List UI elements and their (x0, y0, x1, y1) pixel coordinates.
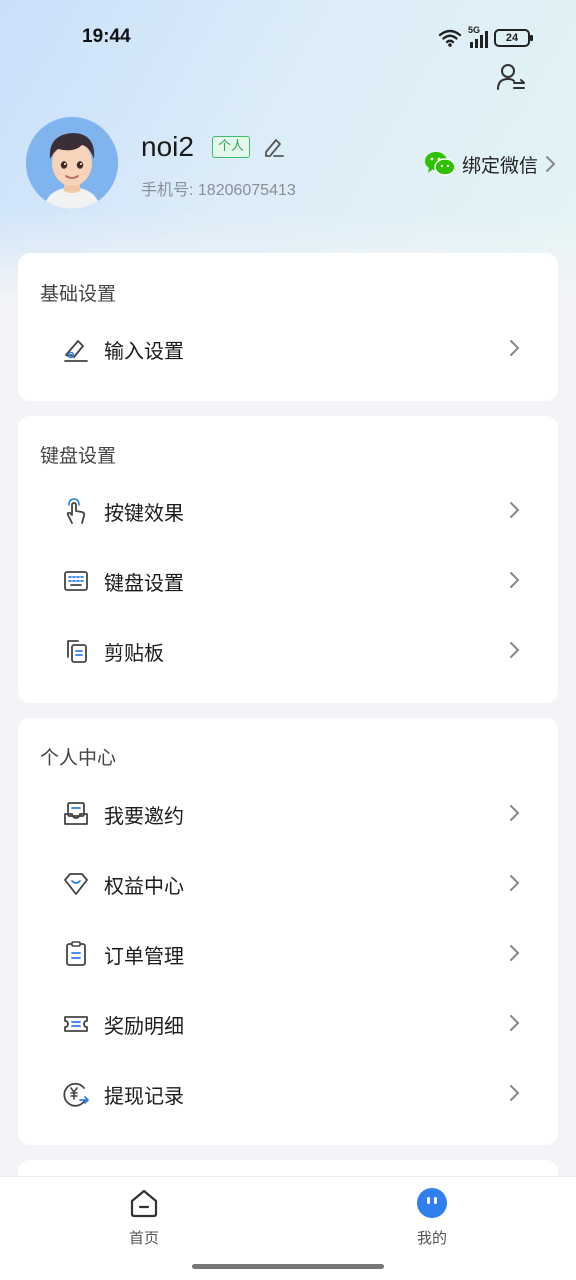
nav-home[interactable]: 首页 (104, 1187, 184, 1248)
menu-item-rewards[interactable]: 奖励明细 (18, 988, 558, 1058)
battery-level: 24 (505, 32, 519, 44)
menu-item-withdraw-records[interactable]: 提现记录 (18, 1058, 558, 1128)
menu-item-orders[interactable]: 订单管理 (18, 918, 558, 988)
username: noi2 (141, 131, 194, 162)
account-type-badge: 个人 (212, 136, 251, 158)
invite-inbox-icon (64, 802, 88, 825)
nav-profile[interactable]: 我的 (392, 1187, 472, 1248)
battery-icon: 24 (494, 29, 533, 47)
phone-number: 手机号: 18206075413 (141, 182, 296, 199)
menu-item-label: 输入设置 (104, 339, 184, 363)
menu-item-label: 提现记录 (104, 1084, 184, 1108)
avatar[interactable] (26, 117, 118, 209)
avatar-illustration (26, 117, 118, 209)
menu-item-clipboard[interactable]: 剪贴板 (18, 615, 558, 685)
edit-name-icon[interactable] (261, 135, 285, 159)
menu-item-label: 订单管理 (104, 944, 184, 968)
menu-item-label: 权益中心 (104, 874, 184, 898)
signal-icon: 5G (468, 25, 488, 48)
yuan-withdraw-icon (63, 1082, 89, 1107)
keyboard-settings-card: 键盘设置 按键效果 键盘设置 剪贴板 (18, 416, 558, 703)
switch-account-icon[interactable] (496, 62, 526, 92)
clipboard-copy-icon (67, 640, 87, 663)
chevron-right-icon (510, 805, 520, 821)
chevron-right-icon (510, 502, 520, 518)
tap-hand-icon (66, 498, 86, 524)
order-clipboard-icon (66, 941, 86, 966)
menu-item-label: 奖励明细 (104, 1014, 184, 1038)
home-icon (130, 1189, 158, 1218)
status-time: 19:44 (82, 26, 131, 47)
menu-item-key-effect[interactable]: 按键效果 (18, 475, 558, 545)
personal-center-card: 个人中心 我要邀约 权益中心 订单管理 奖励明细 提现记录 (18, 718, 558, 1145)
nav-home-label: 首页 (128, 1229, 159, 1247)
chevron-right-icon (510, 642, 520, 658)
menu-item-label: 剪贴板 (104, 641, 164, 665)
menu-item-invite[interactable]: 我要邀约 (18, 778, 558, 848)
bind-wechat-button[interactable]: 绑定微信 (424, 147, 556, 181)
chevron-right-icon (510, 875, 520, 891)
section-title: 个人中心 (40, 747, 117, 769)
chevron-right-icon (510, 1015, 520, 1031)
chevron-right-icon (510, 945, 520, 961)
basic-settings-card: 基础设置 输入设置 (18, 253, 558, 401)
keyboard-icon (64, 571, 88, 591)
menu-item-keyboard-settings[interactable]: 键盘设置 (18, 545, 558, 615)
chevron-right-icon (510, 1085, 520, 1101)
network-type-label: 5G (468, 25, 481, 35)
profile-header: noi2 个人 手机号: 18206075413 绑定微信 (26, 117, 556, 211)
menu-item-label: 按键效果 (104, 501, 184, 525)
ticket-icon (64, 1016, 88, 1032)
status-bar: 19:44 5G 24 (0, 24, 576, 54)
menu-item-label: 键盘设置 (104, 571, 184, 595)
chevron-right-icon (546, 156, 556, 172)
section-title: 基础设置 (40, 283, 117, 305)
chevron-right-icon (510, 340, 520, 356)
nav-profile-label: 我的 (416, 1229, 447, 1247)
menu-item-input-settings[interactable]: 输入设置 (18, 313, 558, 383)
wechat-icon (424, 152, 456, 176)
status-icons: 5G 24 (438, 25, 533, 48)
pen-edit-icon (64, 340, 88, 362)
section-title: 键盘设置 (40, 445, 117, 467)
chevron-right-icon (510, 572, 520, 588)
home-indicator[interactable] (192, 1264, 384, 1269)
wifi-icon (438, 29, 462, 47)
menu-item-benefits[interactable]: 权益中心 (18, 848, 558, 918)
diamond-icon (64, 873, 88, 895)
bind-wechat-label: 绑定微信 (461, 154, 538, 177)
menu-item-label: 我要邀约 (104, 804, 184, 828)
profile-face-icon (417, 1188, 447, 1218)
